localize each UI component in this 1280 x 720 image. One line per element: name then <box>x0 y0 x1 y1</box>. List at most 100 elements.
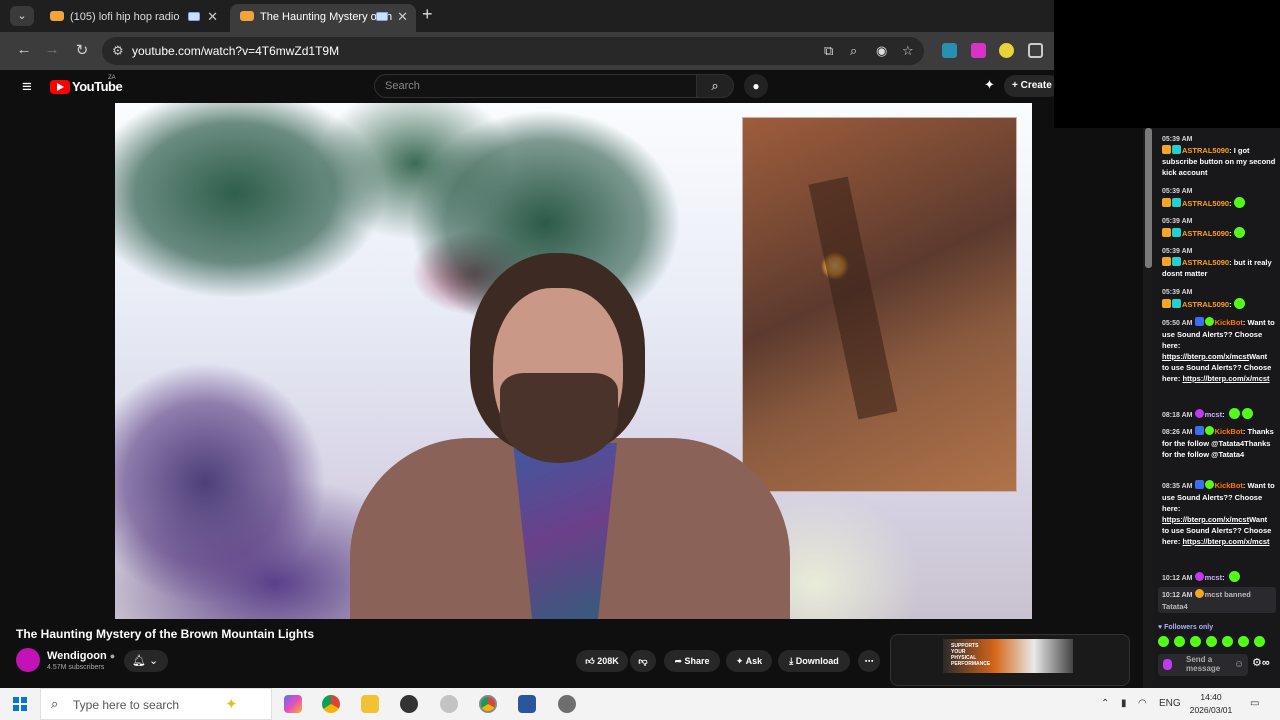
chrome-profile-icon[interactable] <box>479 695 497 713</box>
chat-username[interactable]: ASTRAL5090 <box>1182 300 1229 309</box>
emote-icon[interactable] <box>1238 636 1249 647</box>
voice-search-mic-icon[interactable]: ● <box>744 74 768 98</box>
chat-username[interactable]: KickBot <box>1215 481 1243 490</box>
address-bar[interactable]: ⚙ youtube.com/watch?v=4T6mwZd1T9M ⧉ ⌕ ◉ … <box>102 37 924 65</box>
chat-username[interactable]: ASTRAL5090 <box>1182 146 1229 155</box>
emote-icon[interactable] <box>1222 636 1233 647</box>
eye-off-icon[interactable]: ◉ <box>876 43 887 59</box>
chat-timestamp: 05:39 AM <box>1162 248 1193 255</box>
emote-icon <box>1241 408 1253 419</box>
chat-message-input[interactable]: Send a message ☺ <box>1158 654 1248 676</box>
chat-scrollbar-thumb[interactable] <box>1145 128 1152 268</box>
taskbar-clock[interactable]: 14:40 2026/03/01 <box>1188 691 1234 717</box>
taskbar-search-placeholder: Type here to search <box>73 698 180 712</box>
more-actions-icon[interactable]: ⋯ <box>858 650 880 672</box>
emote-icon[interactable] <box>1190 636 1201 647</box>
video-player[interactable] <box>115 103 1032 619</box>
extension-2-icon[interactable] <box>971 43 986 58</box>
tab-lofi[interactable]: (105) lofi hip hop radio ✕ <box>40 4 226 32</box>
chat-text: : <box>1229 300 1232 309</box>
obs-icon[interactable] <box>400 695 418 713</box>
tab-search-button[interactable]: ⌄ <box>10 6 34 26</box>
emote-icon <box>1233 298 1245 309</box>
tray-chevron-icon[interactable]: ⌃ <box>1101 698 1109 709</box>
snip-tool-icon[interactable] <box>440 695 458 713</box>
channel-avatar[interactable] <box>16 648 40 672</box>
shield-icon <box>1194 589 1204 598</box>
like-button[interactable]: 👍︎ 208K <box>576 650 628 672</box>
dislike-button[interactable]: 👎︎ <box>630 650 656 672</box>
copilot-sparkle-icon[interactable]: ✦ <box>225 695 238 713</box>
url-text[interactable]: youtube.com/watch?v=4T6mwZd1T9M <box>132 44 339 58</box>
chat-link[interactable]: https://bterp.com/x/mcst <box>1162 352 1249 361</box>
emote-icon[interactable] <box>1158 636 1169 647</box>
copilot-app-icon[interactable] <box>284 695 302 713</box>
channel-name[interactable]: Wendigoon ● <box>47 650 115 662</box>
tab-close-icon[interactable]: ✕ <box>207 4 218 30</box>
chat-settings-icon[interactable]: ⚙∞ <box>1252 658 1270 669</box>
site-info-icon[interactable]: ⚙ <box>112 43 124 59</box>
word-icon[interactable] <box>518 695 536 713</box>
bookmark-star-icon[interactable]: ☆ <box>902 43 914 59</box>
notification-icon[interactable]: ✦ <box>984 77 995 93</box>
chat-username[interactable]: KickBot <box>1215 427 1243 436</box>
reload-icon[interactable]: ↻ <box>72 41 92 59</box>
extension-1-icon[interactable] <box>942 43 957 58</box>
chat-username[interactable]: ASTRAL5090 <box>1182 199 1229 208</box>
language-indicator[interactable]: ENG <box>1159 698 1181 709</box>
sub-badge-icon <box>1172 228 1181 237</box>
youtube-logo-text[interactable]: YouTube <box>72 79 123 94</box>
cast-icon <box>188 12 200 21</box>
new-tab-button[interactable]: + <box>422 4 433 25</box>
forward-icon[interactable]: → <box>42 41 62 58</box>
channel-name-text[interactable]: Wendigoon <box>47 650 107 662</box>
wifi-icon[interactable]: ◠ <box>1138 698 1147 709</box>
file-explorer-icon[interactable] <box>361 695 379 713</box>
windows-start-icon[interactable] <box>13 697 27 711</box>
mic-icon <box>1163 659 1172 670</box>
chat-username[interactable]: ASTRAL5090 <box>1182 229 1229 238</box>
notification-center-icon[interactable]: ▭ <box>1250 698 1259 709</box>
ad-card[interactable]: SUPPORTS YOUR PHYSICAL PERFORMANCE <box>890 634 1130 686</box>
browser-toolbar: ← → ↻ ⚙ youtube.com/watch?v=4T6mwZd1T9M … <box>0 32 1054 70</box>
download-button[interactable]: ⤓ Download <box>778 650 850 672</box>
cast-screen-icon[interactable]: ⧉ <box>824 43 833 59</box>
chat-link[interactable]: https://bterp.com/x/mcst <box>1182 537 1269 546</box>
zoom-icon[interactable]: ⌕ <box>850 43 857 59</box>
tab-title: The Haunting Mystery of th <box>260 11 393 23</box>
emote-icon[interactable] <box>1254 636 1265 647</box>
create-button[interactable]: + Create <box>1004 75 1060 97</box>
chat-username[interactable]: KickBot <box>1215 318 1243 327</box>
chat-message: 05:39 AM ASTRAL5090: <box>1162 216 1276 239</box>
extension-3-icon[interactable] <box>999 43 1014 58</box>
chat-message: 10:12 AM mcst: <box>1162 571 1276 584</box>
taskbar-search-input[interactable]: ⌕ Type here to search ✦ <box>40 688 272 720</box>
chat-username[interactable]: ASTRAL5090 <box>1182 258 1229 267</box>
chrome-icon[interactable] <box>322 695 340 713</box>
ask-button[interactable]: ✦ Ask <box>726 650 772 672</box>
search-button[interactable]: ⌕ <box>696 74 734 98</box>
app-icon[interactable] <box>558 695 576 713</box>
tab-close-icon[interactable]: ✕ <box>397 4 408 30</box>
chat-link[interactable]: https://bterp.com/x/mcst <box>1162 515 1249 524</box>
followers-only-notice: ♥ Followers only <box>1158 624 1214 631</box>
tray-mic-icon[interactable]: ▮ <box>1121 698 1127 709</box>
chat-username[interactable]: mcst <box>1205 573 1223 582</box>
search-input[interactable]: Search <box>374 74 698 98</box>
extensions-puzzle-icon[interactable] <box>1028 43 1043 58</box>
chat-username[interactable]: mcst <box>1205 410 1223 419</box>
emote-icon[interactable] <box>1206 636 1217 647</box>
notification-bell-button[interactable]: 🔔︎ ⌄ <box>124 650 168 672</box>
tab-haunting-mystery[interactable]: The Haunting Mystery of th ✕ <box>230 4 416 32</box>
crown-badge-icon <box>1162 145 1171 154</box>
back-icon[interactable]: ← <box>14 41 34 58</box>
chat-link[interactable]: https://bterp.com/x/mcst <box>1182 374 1269 383</box>
followers-only-label: Followers only <box>1164 624 1214 631</box>
emoji-picker-icon[interactable]: ☺ <box>1234 659 1244 670</box>
menu-hamburger-icon[interactable]: ≡ <box>22 77 32 97</box>
emote-icon[interactable] <box>1174 636 1185 647</box>
youtube-logo-icon[interactable] <box>50 80 70 94</box>
clock-time: 14:40 <box>1200 692 1222 702</box>
share-button[interactable]: ➦ Share <box>664 650 720 672</box>
kick-badge-icon <box>1204 426 1214 435</box>
